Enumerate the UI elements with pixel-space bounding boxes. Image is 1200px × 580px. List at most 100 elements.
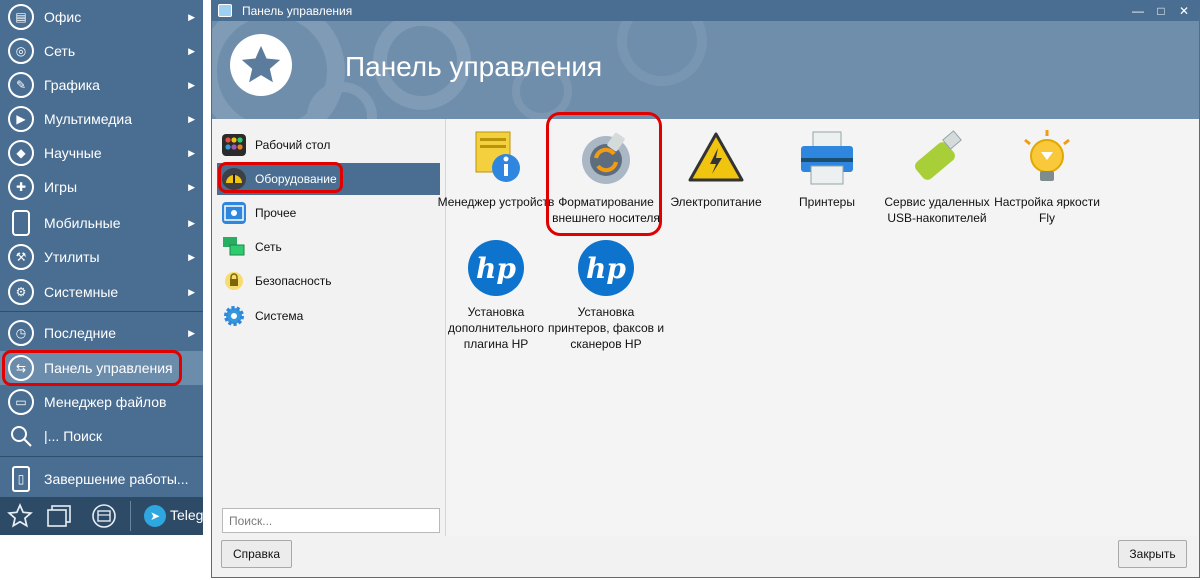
menu-item-label: Последние bbox=[44, 325, 117, 341]
desktop-icon bbox=[222, 134, 246, 156]
chevron-right-icon: ▶ bbox=[188, 79, 195, 90]
start-star-icon[interactable] bbox=[6, 503, 34, 529]
menu-item-network[interactable]: ◎ Сеть ▶ bbox=[0, 34, 203, 68]
applet-hp-printers[interactable]: hp Установка принтеров, факсов и сканеро… bbox=[546, 238, 666, 352]
windows-icon[interactable] bbox=[46, 503, 74, 529]
maximize-icon[interactable]: □ bbox=[1153, 3, 1169, 19]
security-icon bbox=[222, 270, 246, 292]
menu-item-multimedia[interactable]: ▶ Мультимедиа ▶ bbox=[0, 102, 203, 136]
file-manager-icon[interactable] bbox=[90, 503, 118, 529]
menu-item-search[interactable]: |... Поиск bbox=[0, 419, 203, 453]
category-desktop[interactable]: Рабочий стол bbox=[217, 129, 440, 161]
menu-divider bbox=[0, 456, 203, 457]
category-search-input[interactable] bbox=[222, 508, 440, 533]
menu-item-utilities[interactable]: ⚒ Утилиты ▶ bbox=[0, 240, 203, 274]
help-button[interactable]: Справка bbox=[221, 540, 292, 568]
applet-label: Установка принтеров, факсов и сканеров H… bbox=[547, 305, 665, 351]
minimize-icon[interactable]: — bbox=[1130, 3, 1146, 19]
chevron-right-icon: ▶ bbox=[188, 251, 195, 262]
applet-label: Установка дополнительного плагина HP bbox=[448, 305, 544, 351]
chevron-right-icon: ▶ bbox=[188, 45, 195, 56]
chevron-right-icon: ▶ bbox=[188, 11, 195, 22]
science-icon: ◆ bbox=[8, 140, 34, 166]
chevron-right-icon: ▶ bbox=[188, 217, 195, 228]
applet-label: Менеджер устройств bbox=[437, 195, 555, 209]
menu-item-science[interactable]: ◆ Научные ▶ bbox=[0, 136, 203, 170]
fly-star-logo bbox=[230, 34, 292, 96]
power-warning-icon bbox=[688, 132, 744, 182]
system-icon: ⚙ bbox=[8, 279, 34, 305]
close-button[interactable]: Закрыть bbox=[1118, 540, 1187, 568]
applet-label: Принтеры bbox=[799, 195, 855, 209]
menu-item-games[interactable]: ✚ Игры ▶ bbox=[0, 170, 203, 204]
menu-item-label: Мобильные bbox=[44, 215, 121, 231]
menu-item-label: Графика bbox=[44, 77, 100, 93]
category-label: Сеть bbox=[255, 240, 282, 254]
games-icon: ✚ bbox=[8, 174, 34, 200]
banner: Панель управления bbox=[212, 21, 1199, 119]
applet-label: Электропитание bbox=[670, 195, 762, 209]
format-applet-highlight bbox=[546, 112, 662, 236]
menu-item-label: Менеджер файлов bbox=[44, 394, 167, 410]
window-title: Панель управления bbox=[242, 4, 353, 18]
graphics-icon: ✎ bbox=[8, 72, 34, 98]
taskbar-divider bbox=[130, 501, 131, 531]
applet-label: Сервис удаленных USB-накопителей bbox=[884, 195, 990, 225]
svg-text:hp: hp bbox=[476, 252, 516, 285]
other-icon bbox=[222, 202, 246, 224]
system-gear-icon bbox=[222, 305, 246, 327]
utilities-icon: ⚒ bbox=[8, 244, 34, 270]
chevron-right-icon: ▶ bbox=[188, 181, 195, 192]
telegram-icon[interactable]: ➤ bbox=[144, 505, 166, 527]
search-icon bbox=[8, 423, 34, 449]
svg-text:hp: hp bbox=[586, 252, 626, 285]
start-menu: ▤ Офис ▶ ◎ Сеть ▶ ✎ Графика ▶ ▶ Мультиме… bbox=[0, 0, 203, 497]
chevron-right-icon: ▶ bbox=[188, 286, 195, 297]
menu-divider bbox=[0, 311, 203, 312]
applet-brightness[interactable]: Настройка яркости Fly bbox=[987, 128, 1107, 226]
menu-item-mobile[interactable]: Мобильные ▶ bbox=[0, 206, 203, 240]
close-icon[interactable]: ✕ bbox=[1176, 3, 1192, 19]
category-other[interactable]: Прочее bbox=[217, 197, 440, 229]
mobile-icon bbox=[12, 210, 30, 236]
category-security[interactable]: Безопасность bbox=[217, 265, 440, 297]
menu-item-label: Утилиты bbox=[44, 249, 100, 265]
multimedia-icon: ▶ bbox=[8, 106, 34, 132]
network-icon: ◎ bbox=[8, 38, 34, 64]
category-label: Прочее bbox=[255, 206, 297, 220]
menu-item-office[interactable]: ▤ Офис ▶ bbox=[0, 0, 203, 34]
lightbulb-icon bbox=[1024, 130, 1070, 181]
chevron-right-icon: ▶ bbox=[188, 147, 195, 158]
menu-item-label: Системные bbox=[44, 284, 119, 300]
menu-item-file-manager[interactable]: ▭ Менеджер файлов bbox=[0, 385, 203, 419]
category-system[interactable]: Система bbox=[217, 300, 440, 332]
usb-drive-icon bbox=[915, 130, 962, 180]
applet-printers[interactable]: Принтеры bbox=[767, 128, 887, 210]
control-panel-window: Панель управления — □ ✕ Панель управлени… bbox=[211, 0, 1200, 578]
menu-item-graphics[interactable]: ✎ Графика ▶ bbox=[0, 68, 203, 102]
menu-item-label: Сеть bbox=[44, 43, 76, 59]
hp-logo-icon: hp bbox=[468, 240, 524, 296]
chevron-right-icon: ▶ bbox=[188, 327, 195, 338]
control-panel-highlight bbox=[2, 350, 182, 386]
device-manager-icon bbox=[475, 131, 520, 182]
applet-device-manager-visible[interactable]: Менеджер устройств bbox=[436, 128, 556, 210]
menu-item-shutdown[interactable]: ▯ Завершение работы... bbox=[0, 462, 203, 496]
applet-remote-usb[interactable]: Сервис удаленных USB-накопителей bbox=[877, 128, 997, 226]
menu-item-system[interactable]: ⚙ Системные ▶ bbox=[0, 275, 203, 309]
menu-item-recent[interactable]: ◷ Последние ▶ bbox=[0, 316, 203, 350]
applet-label: Настройка яркости Fly bbox=[994, 195, 1100, 225]
applet-hp-plugin[interactable]: hp Установка дополнительного плагина HP bbox=[436, 238, 556, 352]
menu-item-label: Офис bbox=[44, 9, 82, 25]
taskbar-telegram-label[interactable]: Teleg bbox=[170, 507, 203, 523]
banner-title: Панель управления bbox=[345, 51, 603, 82]
file-manager-icon: ▭ bbox=[8, 389, 34, 415]
shutdown-icon: ▯ bbox=[12, 466, 30, 492]
category-label: Рабочий стол bbox=[255, 138, 331, 152]
category-network[interactable]: Сеть bbox=[217, 231, 440, 263]
applet-power-visible[interactable]: Электропитание bbox=[657, 128, 775, 210]
menu-item-label: |... Поиск bbox=[44, 428, 102, 444]
taskbar: ➤ Teleg bbox=[0, 497, 203, 535]
title-bar[interactable]: Панель управления — □ ✕ bbox=[212, 1, 1199, 21]
menu-item-label: Игры bbox=[44, 179, 78, 195]
